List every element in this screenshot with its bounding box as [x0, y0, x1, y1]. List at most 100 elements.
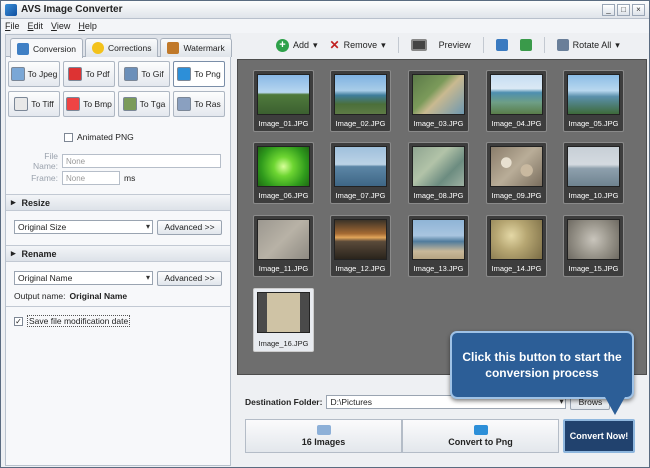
format-gif-button[interactable]: To Gif — [118, 61, 170, 87]
tab-conversion[interactable]: Conversion — [10, 38, 83, 58]
output-name-label: Output name: — [14, 291, 66, 301]
images-icon — [316, 425, 331, 435]
conversion-icon — [17, 42, 29, 55]
tab-strip: Conversion Corrections Watermark — [6, 35, 232, 58]
thumbnail[interactable]: Image_06.JPG — [253, 142, 314, 204]
tab-watermark[interactable]: Watermark — [160, 38, 232, 57]
conversion-steps: 16 Images Convert to Png — [245, 419, 559, 453]
separator — [543, 37, 545, 53]
rotate-right-button[interactable] — [516, 35, 536, 55]
image-preview — [334, 146, 387, 187]
menu-bar: File Edit View Help — [1, 19, 649, 33]
image-preview — [412, 219, 465, 260]
output-name-row: Output name: Original Name — [14, 291, 127, 301]
image-preview — [567, 146, 620, 187]
rotate-left-icon — [495, 39, 508, 51]
menu-file[interactable]: File — [5, 21, 20, 31]
save-date-row: ✓ Save file modification date — [14, 315, 131, 327]
animated-png-label: Animated PNG — [77, 132, 134, 142]
add-button[interactable]: + Add ▾ — [272, 35, 322, 55]
thumbnail[interactable]: Image_12.JPG — [330, 215, 391, 277]
filename-field[interactable]: None — [62, 154, 221, 168]
pdf-icon — [68, 67, 83, 81]
remove-button[interactable]: ✕ Remove ▾ — [326, 35, 390, 55]
thumbnail[interactable]: Image_01.JPG — [253, 70, 314, 132]
thumbnail[interactable]: Image_03.JPG — [408, 70, 469, 132]
maximize-button[interactable]: □ — [617, 4, 630, 16]
preview-button[interactable]: Preview — [407, 35, 475, 55]
image-preview — [567, 74, 620, 115]
watermark-icon — [167, 42, 180, 54]
monitor-icon — [410, 39, 427, 51]
minimize-button[interactable]: _ — [602, 4, 615, 16]
bmp-icon — [66, 97, 81, 111]
remove-icon: ✕ — [329, 38, 340, 52]
ras-icon — [177, 97, 192, 111]
image-preview — [490, 74, 543, 115]
frame-field[interactable]: None — [62, 171, 120, 185]
thumbnail[interactable]: Image_14.JPG — [486, 215, 547, 277]
format-jpeg-button[interactable]: To Jpeg — [8, 61, 60, 87]
rotate-all-icon — [556, 39, 569, 51]
thumbnail[interactable]: Image_11.JPG — [253, 215, 314, 277]
chevron-down-icon: ▾ — [381, 39, 386, 50]
thumbnail[interactable]: Image_02.JPG — [330, 70, 391, 132]
collapse-icon: ▸ — [11, 248, 16, 258]
divider — [6, 306, 230, 307]
image-preview — [334, 74, 387, 115]
settings-panel: Conversion Corrections Watermark To Jpeg… — [5, 34, 232, 466]
format-tiff-button[interactable]: To Tiff — [8, 91, 60, 117]
format-tga-button[interactable]: To Tga — [118, 91, 170, 117]
thumbnail[interactable]: Image_09.JPG — [486, 142, 547, 204]
resize-advanced-button[interactable]: Advanced >> — [157, 220, 222, 235]
app-icon — [5, 3, 17, 16]
menu-help[interactable]: Help — [78, 21, 97, 31]
app-window: AVS Image Converter _ □ × File Edit View… — [0, 0, 650, 468]
tab-corrections[interactable]: Corrections — [85, 38, 159, 57]
format-bmp-button[interactable]: To Bmp — [63, 91, 115, 117]
step-images: 16 Images — [245, 419, 402, 453]
format-png-button[interactable]: To Png — [173, 61, 225, 87]
save-date-label: Save file modification date — [27, 315, 131, 327]
thumbnail[interactable]: Image_10.JPG — [563, 142, 624, 204]
image-preview — [257, 292, 310, 333]
thumbnail[interactable]: Image_07.JPG — [330, 142, 391, 204]
menu-edit[interactable]: Edit — [28, 21, 44, 31]
add-icon: + — [276, 38, 289, 52]
thumbnail-selected[interactable]: Image_16.JPG — [253, 288, 314, 352]
convert-now-button[interactable]: Convert Now! — [563, 419, 635, 453]
callout-tooltip: Click this button to start the conversio… — [450, 331, 634, 399]
filename-row: File Name: None — [24, 151, 221, 171]
rotate-left-button[interactable] — [492, 35, 512, 55]
image-preview — [490, 146, 543, 187]
thumbnail[interactable]: Image_13.JPG — [408, 215, 469, 277]
animated-png-checkbox[interactable] — [64, 132, 73, 142]
frame-unit: ms — [124, 173, 136, 183]
image-preview — [567, 219, 620, 260]
output-name-value: Original Name — [69, 291, 128, 301]
rename-advanced-button[interactable]: Advanced >> — [157, 271, 222, 286]
filename-label: File Name: — [32, 151, 58, 171]
rename-select[interactable]: Original Name — [14, 271, 153, 285]
image-preview — [412, 146, 465, 187]
rotate-all-button[interactable]: Rotate All ▾ — [553, 35, 624, 55]
format-pdf-button[interactable]: To Pdf — [63, 61, 115, 87]
resize-header[interactable]: ▸ Resize — [6, 194, 230, 211]
menu-view[interactable]: View — [51, 21, 70, 31]
rename-header[interactable]: ▸ Rename — [6, 245, 230, 262]
thumbnail[interactable]: Image_08.JPG — [408, 142, 469, 204]
chevron-down-icon: ▾ — [313, 39, 318, 50]
separator — [482, 37, 484, 53]
image-preview — [412, 74, 465, 115]
save-date-checkbox[interactable]: ✓ — [14, 316, 23, 326]
thumbnail[interactable]: Image_15.JPG — [563, 215, 624, 277]
title-bar: AVS Image Converter _ □ × — [1, 1, 649, 19]
resize-select[interactable]: Original Size — [14, 220, 153, 234]
image-preview — [257, 219, 310, 260]
close-button[interactable]: × — [632, 4, 645, 16]
thumbnail[interactable]: Image_04.JPG — [486, 70, 547, 132]
thumbnail[interactable]: Image_05.JPG — [563, 70, 624, 132]
frame-label: Frame: — [31, 173, 58, 183]
format-ras-button[interactable]: To Ras — [173, 91, 225, 117]
image-preview — [334, 219, 387, 260]
